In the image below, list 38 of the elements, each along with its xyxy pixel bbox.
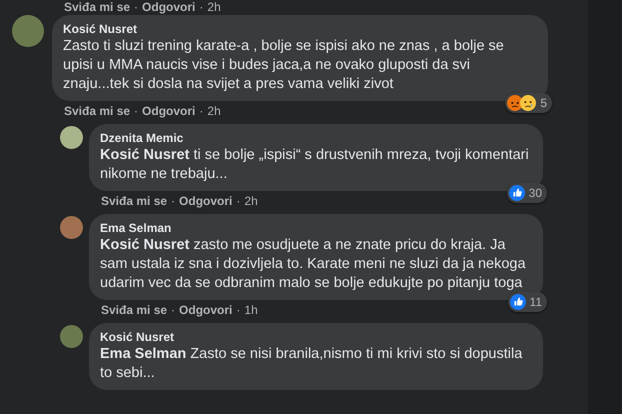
separator-dot: · — [199, 104, 204, 118]
action-link[interactable]: Sviđa mi se — [64, 104, 130, 118]
separator-dot: · — [171, 303, 176, 317]
timestamp[interactable]: 2h — [207, 0, 221, 14]
separator-dot: · — [236, 194, 240, 208]
action-link[interactable]: Sviđa mi se — [101, 194, 168, 208]
action-link[interactable]: Odgovori — [142, 0, 196, 14]
action-link[interactable]: Sviđa mi se — [101, 303, 168, 317]
author-name[interactable]: Kosić Nusret — [63, 22, 536, 37]
avatar-photo[interactable] — [60, 325, 83, 348]
separator-dot: · — [134, 104, 138, 118]
thumbs-up-icon — [508, 185, 525, 201]
reaction-counter[interactable]: 30 — [506, 183, 547, 203]
separator-dot: · — [199, 0, 204, 14]
avatar-photo[interactable] — [60, 216, 83, 239]
action-link[interactable]: Odgovori — [179, 194, 232, 208]
author-name[interactable]: Dzenita Memic — [100, 131, 531, 146]
avatar-photo[interactable] — [60, 126, 83, 149]
timestamp[interactable]: 1h — [244, 303, 258, 317]
action-link[interactable]: Odgovori — [179, 303, 232, 317]
crying-face-icon — [520, 95, 536, 111]
separator-dot: · — [171, 194, 176, 208]
comment-text: Ema Selman Zasto se nisi branila,nismo ti mi krivi sto si dopustila to sebi... — [100, 345, 524, 383]
thumbs-up-icon — [510, 294, 526, 310]
avatar-photo[interactable] — [12, 15, 44, 47]
separator-dot: · — [134, 0, 138, 14]
action-link[interactable]: Odgovori — [142, 104, 196, 118]
timestamp[interactable]: 2h — [244, 194, 258, 208]
reaction-counter[interactable]: 11 — [508, 292, 547, 312]
separator-dot: · — [236, 303, 240, 317]
author-name[interactable]: Ema Selman — [100, 221, 531, 236]
comment-text: Kosić Nusret ti se bolje „ispisi“ s drustvenih mreza, tvoji komentari nikome ne trebaju... — [100, 146, 530, 184]
reaction-counter[interactable]: 5 — [505, 93, 552, 113]
comment-text: Kosić Nusret zasto me osudjuete a ne znate pricu do kraja. Ja sam ustala iz sna i dozivljela to. Karate meni ne sluzi da ja nekoga udarim vec da se odbranim malo se bolje edukujte po pitanju toga — [100, 236, 527, 293]
timestamp[interactable]: 2h — [207, 104, 221, 118]
author-name[interactable]: Kosić Nusret — [100, 330, 531, 345]
comment-text: Zasto ti sluzi trening karate-a , bolje se ispisi ako ne znas , a bolje se upisi u MMA naucis vise i budes jaca,a ne ovako gluposti da svi znaju...tek si dosla na svijet a pres vama veliki zivot — [63, 37, 505, 94]
action-link[interactable]: Sviđa mi se — [64, 0, 130, 14]
